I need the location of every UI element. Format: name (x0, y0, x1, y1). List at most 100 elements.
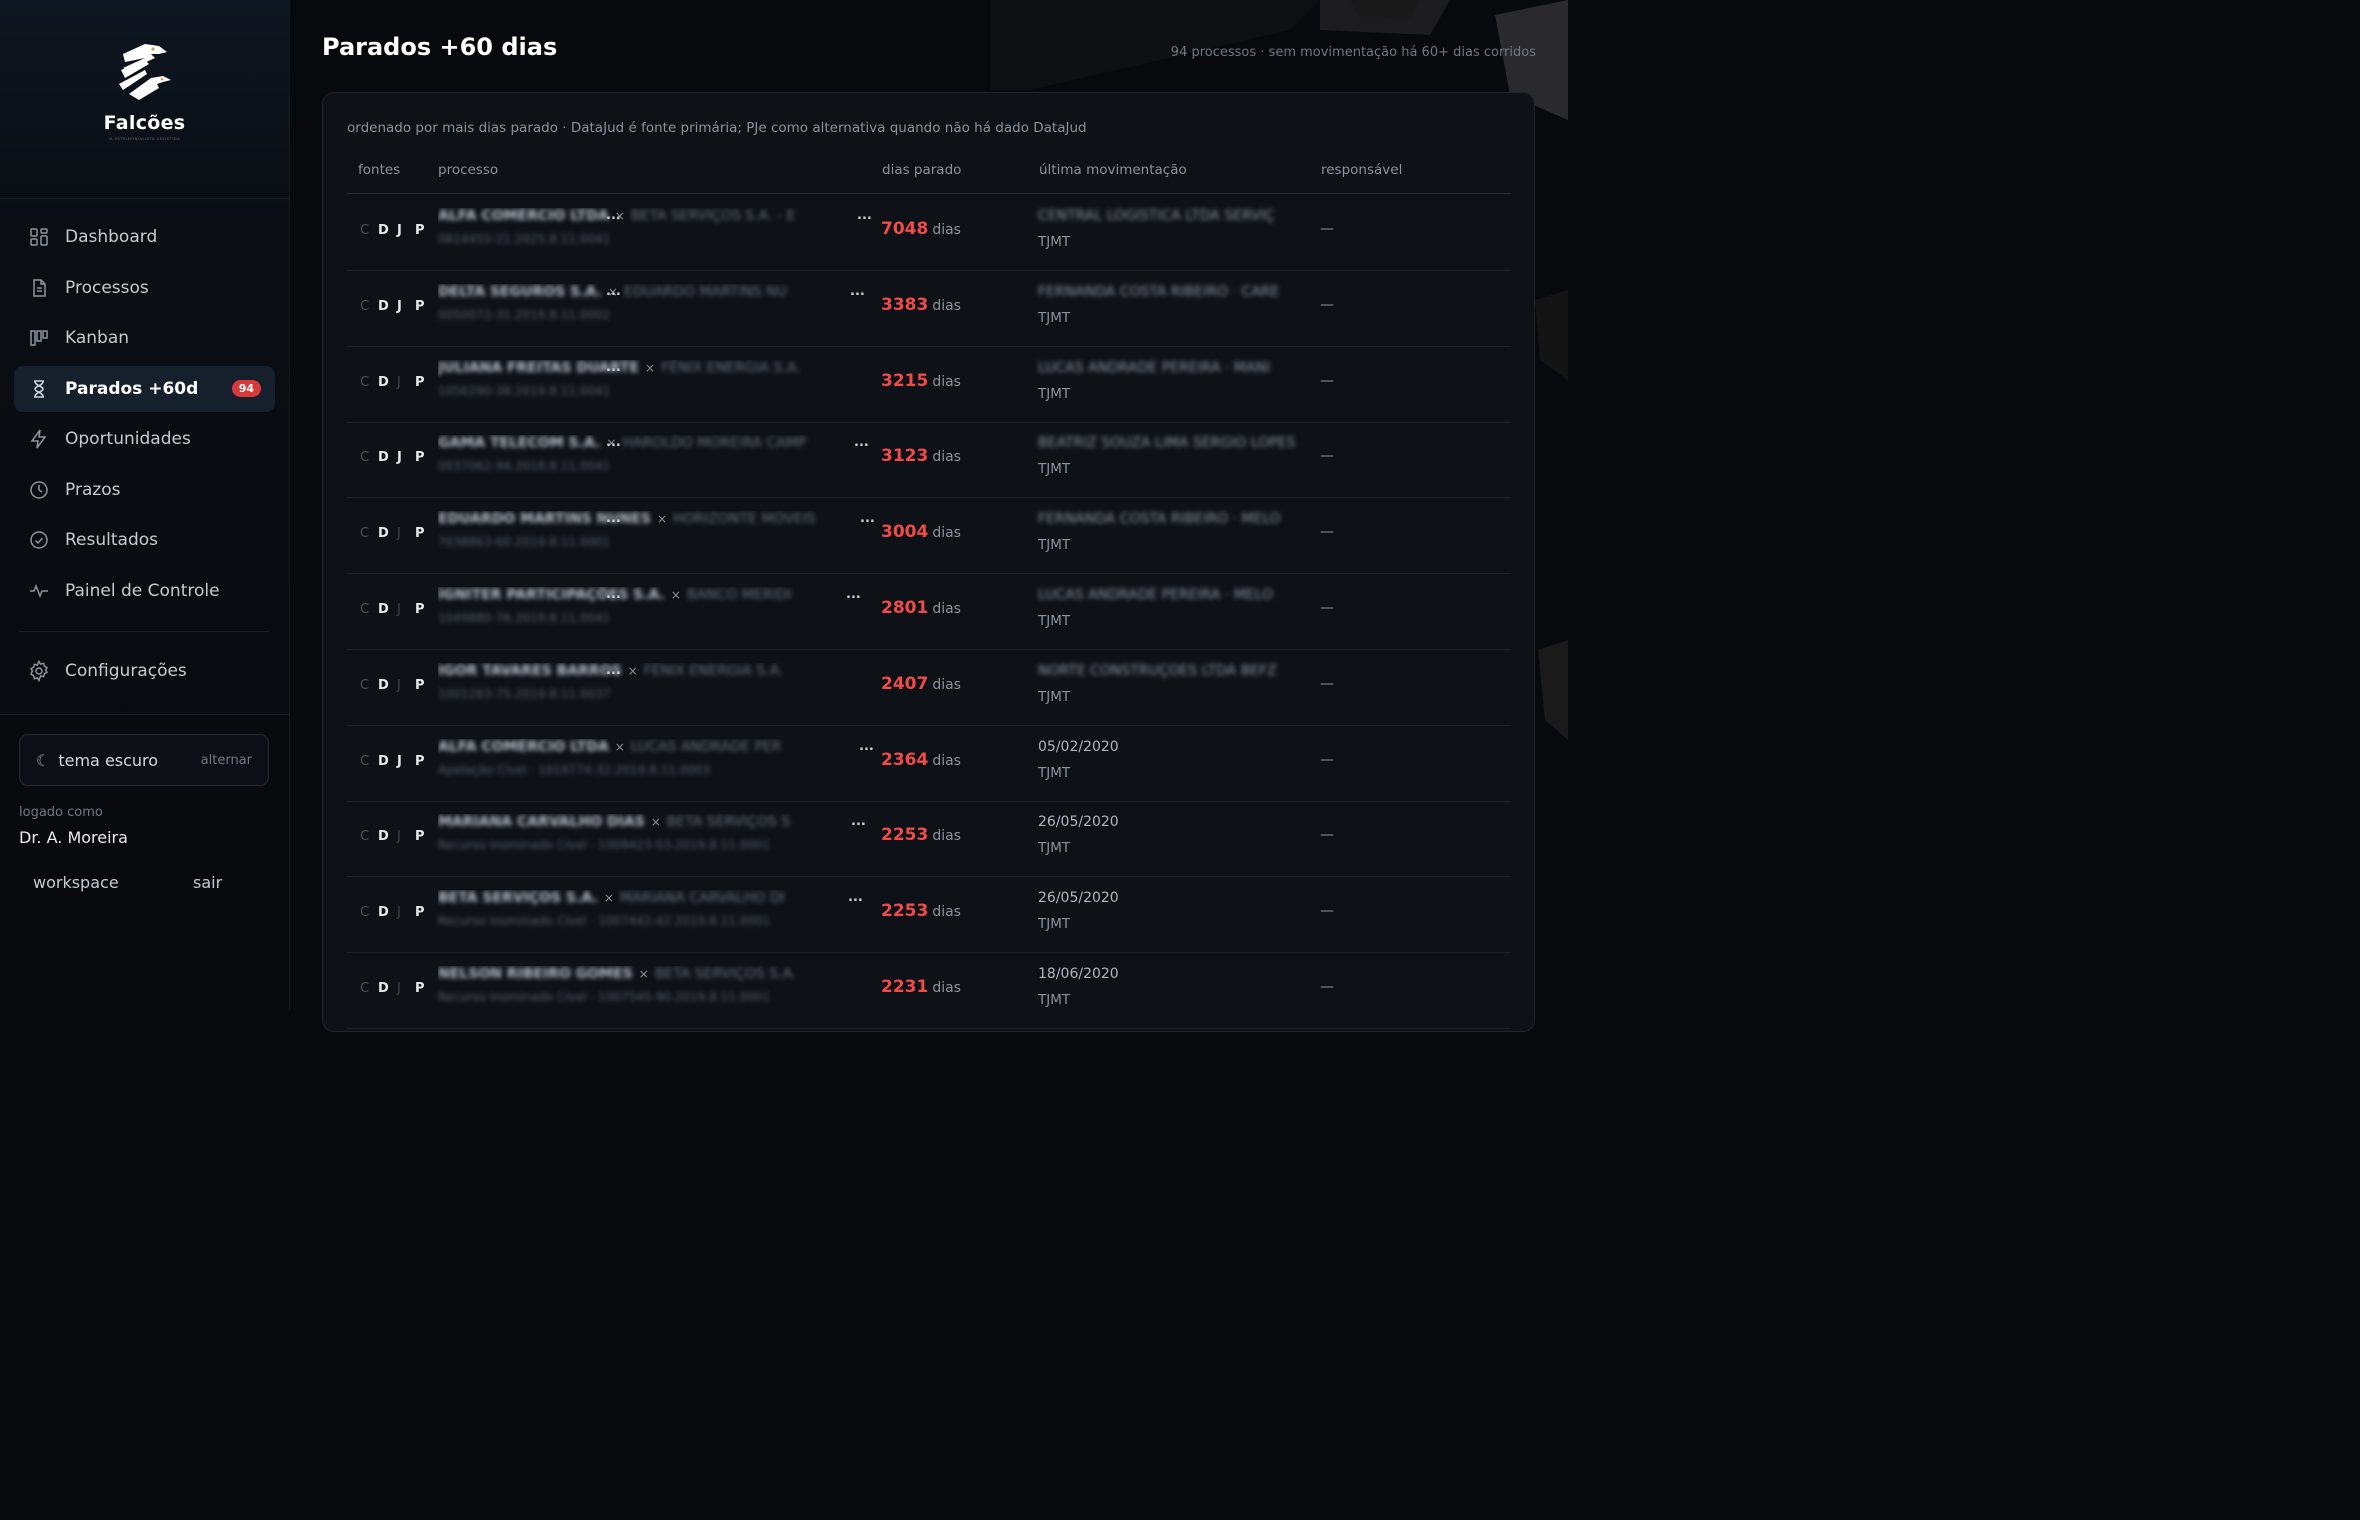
sidebar-item-prazos[interactable]: Prazos (14, 467, 275, 513)
last-movement-value: NORTE CONSTRUÇÕES LTDA BEFZ (1038, 662, 1277, 679)
source-p-badge: P (415, 981, 425, 996)
days-stalled: 3383 dias (881, 295, 961, 315)
days-stalled: 2253 dias (881, 825, 961, 845)
process-cell[interactable]: ÍGNITER PARTICIPAÇÕES S.A. × BANCO MERIDI.… (438, 587, 868, 637)
last-movement-value: LUCAS ANDRADE PEREIRA · MANI (1038, 359, 1271, 376)
last-movement: 18/06/2020 TJMT (1038, 966, 1308, 1008)
col-fontes: fontes (358, 162, 401, 178)
sidebar-item-label: Processos (65, 277, 149, 298)
responsible: — (1320, 296, 1334, 313)
responsible: — (1320, 903, 1334, 920)
sidebar: Falcões IA PATRIMONIALISTA ASSISTIDA Das… (0, 0, 290, 1010)
theme-toggle[interactable]: ☾ tema escuro alternar (19, 734, 269, 786)
process-number: 7038863-60.2019.8.11.0001 (438, 535, 611, 550)
table-row[interactable]: C D J P ALFA COMÉRCIO LTDA × BETA SERVIÇOS S.A… (347, 194, 1511, 271)
days-value: 3123 (881, 446, 929, 467)
workspace-link[interactable]: workspace (33, 873, 119, 892)
truncation-ellipsis: ... (846, 587, 861, 602)
sidebar-nav: Dashboard Processos Kanban Parados +60d … (14, 214, 275, 618)
days-stalled: 3215 dias (881, 371, 961, 391)
truncation-ellipsis: ... (854, 435, 869, 451)
process-cell[interactable]: IGOR TAVARES BARROS × FÊNIX ENERGIA S.A. 10… (438, 663, 868, 713)
party-a: BETA SERVIÇOS S.A. (438, 890, 598, 907)
theme-toggle-button[interactable]: alternar (201, 753, 252, 768)
process-cell[interactable]: ALFA COMÉRCIO LTDA × LUCAS ANDRADE PER... A… (438, 739, 874, 789)
party-a: ALFA COMÉRCIO LTDA (438, 208, 609, 224)
process-cell[interactable]: MARIANA CARVALHO DIAS × BETA SERVIÇOS S...… (438, 814, 868, 864)
sidebar-item-label: Kanban (65, 328, 130, 348)
table-row[interactable]: C D J P DELTA SEGUROS S.A. × EDUARDO MARTINS N… (347, 270, 1511, 347)
table-row[interactable]: C D J P EDUARDO MARTINS NUNES × HORIZONTE MÓVE… (347, 497, 1511, 575)
sidebar-item-label: Prazos (65, 479, 121, 500)
sidebar-item-resultados[interactable]: Resultados (14, 517, 275, 563)
sidebar-item-painel[interactable]: Painel de Controle (14, 568, 275, 614)
last-movement: FERNANDA COSTA RIBEIRO · MELO TJMT (1038, 511, 1308, 553)
logout-link[interactable]: sair (193, 873, 222, 892)
days-value: 3215 (881, 370, 929, 391)
truncation-ellipsis: ... (606, 587, 621, 602)
truncation-ellipsis: ... (848, 890, 863, 906)
truncation-ellipsis: ... (860, 511, 875, 527)
sidebar-item-processos[interactable]: Processos (14, 265, 275, 311)
days-unit: dias (932, 752, 961, 769)
days-stalled: 7048 dias (881, 219, 961, 239)
divider (0, 714, 289, 715)
kanban-icon (28, 327, 50, 349)
source-j-badge: J (397, 298, 402, 314)
process-cell[interactable]: DELTA SEGUROS S.A. × EDUARDO MARTINS NU...… (438, 284, 868, 334)
source-c-badge: C (360, 905, 370, 921)
sidebar-item-label: Painel de Controle (65, 580, 220, 601)
last-movement: NORTE CONSTRUÇÕES LTDA BEFZ TJMT (1038, 663, 1308, 705)
source-c-badge: C (360, 223, 370, 238)
truncation-ellipsis: ... (606, 283, 621, 299)
versus-separator: × (603, 891, 614, 906)
source-d-badge: D (378, 526, 389, 542)
source-d-badge: D (378, 905, 389, 921)
court: TJMT (1038, 385, 1071, 402)
process-cell[interactable]: GAMA TELECOM S.A. × HAROLDO MOREIRA CAMP..… (438, 435, 869, 485)
source-d-badge: D (378, 602, 389, 617)
sidebar-item-parados[interactable]: Parados +60d 94 (14, 365, 275, 412)
days-unit: dias (932, 980, 961, 996)
table-row[interactable]: C D J P JULIANA FREITAS DUARTE × FÊNIX ENERGIA… (347, 346, 1511, 423)
check-circle-icon (28, 529, 50, 551)
source-d-badge: D (378, 223, 389, 238)
last-movement-value: 05/02/2020 (1038, 738, 1119, 755)
table-row[interactable]: C D J P MARIANA CARVALHO DIAS × BETA SERVIÇOS … (347, 800, 1511, 878)
process-cell[interactable]: NELSON RIBEIRO GOMES × BETA SERVIÇOS S.A. R… (438, 966, 868, 1016)
source-d-badge: D (378, 450, 389, 466)
court: TJMT (1038, 916, 1071, 933)
table-row[interactable]: C D J P ALFA COMÉRCIO LTDA × LUCAS ANDRADE PER… (347, 725, 1511, 802)
stale-processes-card: ordenado por mais dias parado · DataJud … (322, 92, 1535, 1032)
table-row[interactable]: C D J P BETA SERVIÇOS S.A. × MARIANA CARVALHO … (347, 876, 1511, 954)
col-dias-parado: dias parado (882, 162, 962, 178)
process-cell[interactable]: BETA SERVIÇOS S.A. × MARIANA CARVALHO DI..… (438, 890, 868, 940)
days-stalled: 2364 dias (881, 750, 961, 770)
party-b: BETA SERVIÇOS S (666, 814, 791, 831)
versus-separator: × (670, 588, 681, 602)
days-value: 2407 (881, 673, 929, 694)
sidebar-item-dashboard[interactable]: Dashboard (14, 214, 275, 260)
grid-icon (28, 226, 50, 248)
source-c-badge: C (360, 829, 370, 845)
source-j-badge: J (397, 602, 401, 617)
source-j-badge: J (397, 829, 401, 845)
days-value: 2364 (881, 749, 929, 770)
process-cell[interactable]: JULIANA FREITAS DUARTE × FÊNIX ENERGIA S.A… (438, 360, 868, 410)
days-unit: dias (932, 904, 961, 921)
truncation-ellipsis: ... (606, 511, 621, 527)
source-p-badge: P (415, 526, 425, 542)
table-row[interactable]: C D J P IGOR TAVARES BARROS × FÊNIX ENERGIA S.… (347, 649, 1511, 726)
lightning-icon (28, 428, 50, 450)
col-responsavel: responsável (1321, 162, 1403, 178)
days-stalled: 3123 dias (881, 446, 961, 466)
process-cell[interactable]: ALFA COMÉRCIO LTDA × BETA SERVIÇOS S.A. - … (438, 208, 872, 258)
table-row[interactable]: C D J P GAMA TELECOM S.A. × HAROLDO MOREIRA CA… (347, 421, 1511, 499)
sidebar-item-oportunidades[interactable]: Oportunidades (14, 416, 275, 462)
table-row[interactable]: C D J P ÍGNITER PARTICIPAÇÕES S.A. × BANCO MER… (347, 573, 1511, 650)
days-stalled: 2801 dias (881, 598, 961, 618)
sidebar-item-configuracoes[interactable]: Configurações (14, 648, 275, 694)
sidebar-item-kanban[interactable]: Kanban (14, 315, 275, 361)
table-row[interactable]: C D J P NELSON RIBEIRO GOMES × BETA SERVIÇOS S… (347, 952, 1511, 1029)
process-cell[interactable]: EDUARDO MARTINS NUNES × HORIZONTE MÓVEIS..… (438, 511, 875, 561)
